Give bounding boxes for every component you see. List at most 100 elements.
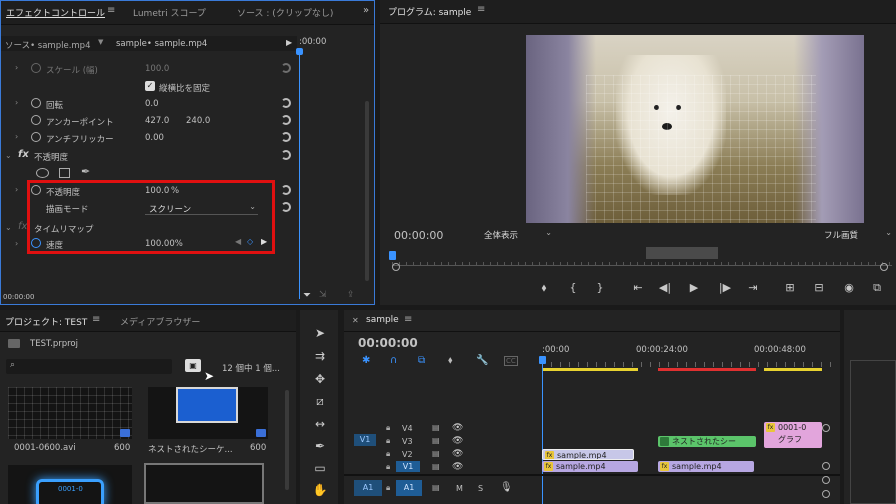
sync-icon[interactable]: ▤ [432,462,440,471]
program-title[interactable]: プログラム: sample [388,5,471,18]
opacity-expand-icon[interactable]: › [15,185,18,194]
rotation-value[interactable]: 0.0 [145,99,159,109]
mini-playhead-cap[interactable] [296,48,303,55]
tab-sequence[interactable]: sample [366,315,399,325]
search-input[interactable]: ⌕ [6,359,172,374]
sync-icon[interactable]: ▤ [432,449,440,458]
play-icon[interactable]: ▶ [685,281,703,294]
clip-label[interactable]: sample• sample.mp4 [116,39,207,49]
keep-ratio-checkbox[interactable]: ✓ [145,81,155,91]
clip-v4-graphic[interactable]: fx 0001-0 グラフ [764,422,822,448]
timeline-playhead[interactable] [542,358,543,504]
rect-mask-icon[interactable] [59,168,70,178]
track-label-v2[interactable]: V2 [402,450,413,459]
zoom-select[interactable]: 全体表示 ⌄ [484,228,552,241]
panel-menu-icon[interactable]: ≡ [107,5,115,16]
source-dropdown-icon[interactable]: ▼ [98,38,103,46]
flicker-reset-icon[interactable] [281,132,291,142]
track-label-v4[interactable]: V4 [402,424,413,433]
project-scrollbar[interactable] [285,390,289,490]
compare-icon[interactable]: ⧉ [868,281,886,295]
anchor-reset-icon[interactable] [281,115,291,125]
snap-icon[interactable]: ∩ [390,355,397,366]
solo-button[interactable]: S [478,484,483,493]
src-v1-patch[interactable]: V1 [354,434,376,446]
go-to-out-icon[interactable]: ⇥ [744,281,762,294]
pen-mask-icon[interactable]: ✒ [81,165,90,178]
panel-overflow-icon[interactable]: » [363,5,369,16]
program-menu-icon[interactable]: ≡ [477,4,485,15]
timeline-scroll-handle[interactable] [822,476,830,484]
step-forward-icon[interactable]: |▶ [716,281,734,294]
flicker-stopwatch-icon[interactable] [31,132,41,142]
add-marker-tl-icon[interactable]: ⬧ [448,355,453,366]
eye-icon[interactable]: 👁︎ [452,462,463,472]
hand-tool-icon[interactable]: ✋ [310,483,330,499]
clip-v3-nested[interactable]: ネストされたシー [658,436,756,447]
timeline-playhead-cap[interactable] [539,356,546,364]
effect-scrollbar[interactable] [365,101,369,281]
blend-reset-icon[interactable] [281,202,291,212]
insert-icon[interactable]: ⊞ [781,281,799,294]
mic-icon[interactable]: 🎙︎ [500,482,513,493]
camera-icon[interactable]: ◉ [840,281,858,294]
tab-source[interactable]: ソース : (クリップなし) [237,6,333,19]
go-to-in-icon[interactable]: ⇤ [629,281,647,294]
overwrite-icon[interactable]: ⊟ [810,281,828,294]
opacity-reset-icon[interactable] [281,185,291,195]
tab-effect-controls[interactable]: エフェクトコントロール [6,6,105,19]
new-bin-icon[interactable]: ▣ [185,359,201,372]
mute-button[interactable]: M [456,484,463,493]
rectangle-tool-icon[interactable]: ▭ [310,461,330,477]
anchor-x-value[interactable]: 427.0 [145,116,169,126]
step-back-icon[interactable]: ◀| [656,281,674,294]
mark-out-icon[interactable]: } [591,281,609,294]
close-tab-icon[interactable]: ✕ [352,316,359,325]
pen-tool-icon[interactable]: ✒ [310,439,330,455]
src-a1-patch[interactable]: A1 [354,480,382,496]
project-item-thumb[interactable] [144,463,264,504]
track-v1-target[interactable]: V1 [396,461,420,472]
scale-w-reset-icon[interactable] [281,63,291,73]
tab-lumetri-scopes[interactable]: Lumetri スコープ [133,6,206,19]
monitor-work-area[interactable] [646,247,718,259]
eye-icon[interactable]: 👁︎ [452,423,463,433]
zoom-start-handle[interactable] [392,263,400,271]
track-a1-target[interactable]: A1 [396,480,422,496]
captions-icon[interactable]: CC [504,356,518,366]
linked-select-icon[interactable]: ⧉ [418,355,425,366]
source-label[interactable]: ソース• sample.mp4 [5,39,90,51]
play-clip-icon[interactable]: ▶ [286,38,292,47]
tab-project[interactable]: プロジェクト: TEST [5,315,87,328]
scale-w-expand-icon[interactable]: › [15,63,18,72]
track-label-v3[interactable]: V3 [402,437,413,446]
selection-tool-icon[interactable]: ➤ [310,326,330,342]
project-menu-icon[interactable]: ≡ [92,314,100,325]
monitor-playhead-icon[interactable] [389,251,396,260]
ripple-icon[interactable]: ⇲ [319,290,327,300]
time-remap-expand-icon[interactable]: ⌄ [5,223,12,232]
sync-icon[interactable]: ▤ [432,436,440,445]
project-item-thumb[interactable] [8,387,132,439]
lock-icon[interactable]: 🔒︎ [386,436,390,446]
timeline-scroll-handle[interactable] [822,424,830,432]
eye-icon[interactable]: 👁︎ [452,449,463,459]
rotation-reset-icon[interactable] [281,98,291,108]
mini-playhead[interactable] [299,49,300,299]
tab-media-browser[interactable]: メディアブラウザー [120,315,200,328]
clip-v1-sample[interactable]: fx sample.mp4 [542,461,638,472]
rotation-expand-icon[interactable]: › [15,98,18,107]
zoom-end-handle[interactable] [880,263,888,271]
opacity-group-expand-icon[interactable]: ⌄ [5,151,12,160]
lock-icon[interactable]: 🔒︎ [386,449,390,459]
scale-w-stopwatch-icon[interactable] [31,63,41,73]
rotation-stopwatch-icon[interactable] [31,98,41,108]
flicker-expand-icon[interactable]: › [15,132,18,141]
timeline-scroll-handle[interactable] [822,490,830,498]
add-marker-icon[interactable]: ⬧ [535,281,553,295]
timeline-timecode[interactable]: 00:00:00 [358,336,418,350]
program-timecode[interactable]: 00:00:00 [394,229,443,242]
clip-v1-sample-2[interactable]: fx sample.mp4 [658,461,754,472]
ripple-tool-icon[interactable]: ✥ [310,372,330,388]
project-item-thumb[interactable]: 0001-0 [8,465,132,504]
